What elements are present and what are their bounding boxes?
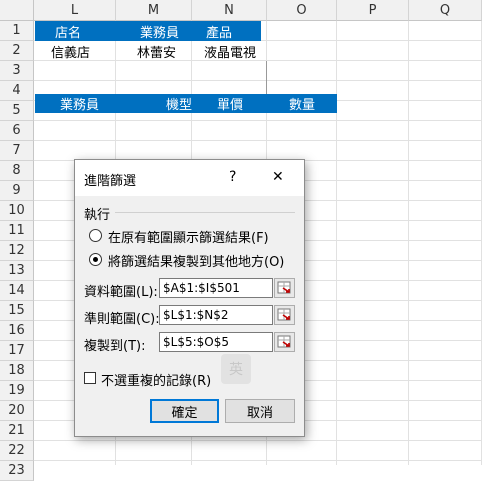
column-header-q[interactable]: Q bbox=[409, 0, 482, 21]
ok-button[interactable]: 確定 bbox=[150, 399, 219, 423]
gridline bbox=[408, 21, 409, 465]
row-header-13[interactable]: 13 bbox=[0, 261, 34, 281]
unique-records-checkbox[interactable] bbox=[84, 372, 96, 384]
gridline bbox=[34, 460, 482, 461]
copy-to-picker-icon[interactable] bbox=[274, 332, 295, 352]
row-header-3[interactable]: 3 bbox=[0, 61, 34, 81]
gridline bbox=[336, 21, 337, 465]
column-header-m[interactable]: M bbox=[116, 0, 192, 21]
row-header-18[interactable]: 18 bbox=[0, 361, 34, 381]
close-icon[interactable]: ✕ bbox=[272, 169, 284, 185]
cell-n1-text: 產品 bbox=[206, 25, 233, 41]
cell-n5: 單價 bbox=[217, 98, 244, 113]
row-header-4[interactable]: 4 bbox=[0, 81, 34, 101]
group-separator bbox=[115, 212, 295, 213]
row-header-20[interactable]: 20 bbox=[0, 401, 34, 421]
action-group-label: 執行 bbox=[84, 208, 111, 223]
row-header-15[interactable]: 15 bbox=[0, 301, 34, 321]
radio-filter-in-place-label[interactable]: 在原有範圍顯示篩選結果(F) bbox=[108, 227, 269, 246]
row-header-8[interactable]: 8 bbox=[0, 161, 34, 181]
criteria-range-border bbox=[35, 61, 267, 95]
criteria-range-input[interactable]: $L$1:$N$2 bbox=[159, 305, 273, 325]
unique-records-label[interactable]: 不選重複的記錄(R) bbox=[101, 370, 211, 389]
row-header-12[interactable]: 12 bbox=[0, 241, 34, 261]
cell-m1-text: 業務員 bbox=[140, 25, 180, 41]
row-header-5[interactable]: 5 bbox=[0, 101, 34, 121]
gridline bbox=[34, 440, 482, 441]
column-header-l[interactable]: L bbox=[34, 0, 116, 21]
row-header-2[interactable]: 2 bbox=[0, 41, 34, 61]
radio-copy-to-location-label[interactable]: 將篩選結果複製到其他地方(O) bbox=[108, 251, 284, 270]
cell-l1-text: 店名 bbox=[55, 25, 82, 41]
dialog-title: 進階篩選 bbox=[84, 174, 137, 189]
row-header-10[interactable]: 10 bbox=[0, 201, 34, 221]
row-header-21[interactable]: 21 bbox=[0, 421, 34, 441]
row-header-22[interactable]: 22 bbox=[0, 441, 34, 461]
row-header-19[interactable]: 19 bbox=[0, 381, 34, 401]
cell-l5: 業務員 bbox=[60, 98, 100, 113]
row-header-23[interactable]: 23 bbox=[0, 461, 34, 481]
radio-copy-to-location[interactable] bbox=[89, 253, 102, 266]
row-header-9[interactable]: 9 bbox=[0, 181, 34, 201]
column-header-o[interactable]: O bbox=[267, 0, 337, 21]
gridline bbox=[34, 120, 482, 121]
cell-m5: 機型 bbox=[166, 98, 193, 113]
row-header-14[interactable]: 14 bbox=[0, 281, 34, 301]
gridline bbox=[34, 140, 482, 141]
list-range-picker-icon[interactable] bbox=[274, 278, 295, 298]
help-button[interactable]: ? bbox=[229, 169, 236, 185]
copy-to-input[interactable]: $L$5:$O$5 bbox=[159, 332, 273, 352]
radio-selected-dot bbox=[93, 257, 98, 262]
row-header-16[interactable]: 16 bbox=[0, 321, 34, 341]
ime-mode-badge: 英 bbox=[221, 354, 251, 384]
criteria-range-label: 準則範圍(C): bbox=[84, 312, 160, 327]
copy-to-label: 複製到(T): bbox=[84, 339, 146, 354]
list-range-input[interactable]: $A$1:$I$501 bbox=[159, 278, 273, 298]
column-header-n[interactable]: N bbox=[192, 0, 267, 21]
cell-l2[interactable]: 信義店 bbox=[51, 41, 90, 61]
column-header-p[interactable]: P bbox=[337, 0, 409, 21]
cell-m2[interactable]: 林蕾安 bbox=[137, 41, 176, 61]
cell-o5: 數量 bbox=[289, 98, 316, 113]
select-all-corner[interactable] bbox=[0, 0, 34, 21]
row-header-17[interactable]: 17 bbox=[0, 341, 34, 361]
row-header-7[interactable]: 7 bbox=[0, 141, 34, 161]
row-header-11[interactable]: 11 bbox=[0, 221, 34, 241]
cell-n2[interactable]: 液晶電視 bbox=[204, 41, 256, 61]
advanced-filter-dialog: 進階篩選 ? ✕ 執行 在原有範圍顯示篩選結果(F) 將篩選結果複製到其他地方(… bbox=[74, 159, 305, 437]
row-header-6[interactable]: 6 bbox=[0, 121, 34, 141]
list-range-label: 資料範圍(L): bbox=[84, 285, 158, 300]
radio-filter-in-place[interactable] bbox=[89, 229, 102, 242]
cancel-button[interactable]: 取消 bbox=[225, 399, 295, 423]
criteria-range-picker-icon[interactable] bbox=[274, 305, 295, 325]
row-header-1[interactable]: 1 bbox=[0, 21, 34, 41]
